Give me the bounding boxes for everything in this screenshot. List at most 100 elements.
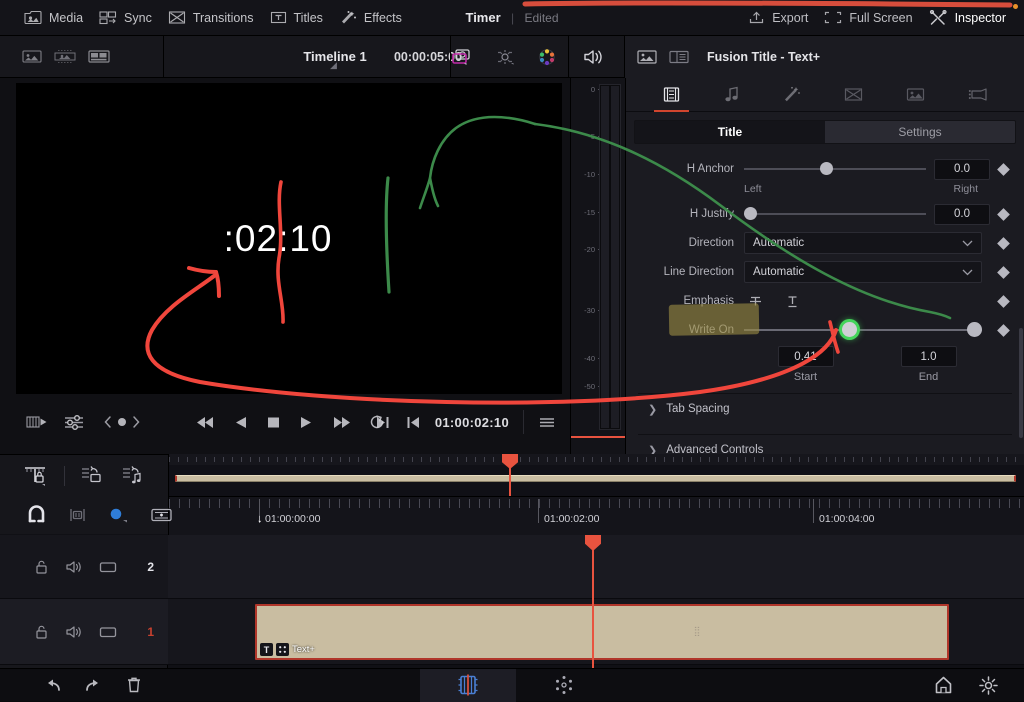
tab-effects[interactable] — [777, 78, 807, 112]
timeline-name-caret[interactable]: ◢ — [330, 60, 337, 71]
menu-item-titles[interactable]: Titles — [270, 10, 323, 25]
timeline-clip-text-plus[interactable]: ⦙⦙ T Text+ — [255, 604, 949, 660]
segment-title[interactable]: Title — [635, 121, 825, 143]
write-on-start-knob[interactable] — [841, 322, 857, 337]
keyframe-diamond-icon[interactable] — [996, 162, 1010, 176]
fullscreen-button[interactable]: Full Screen — [824, 10, 913, 25]
inspector-scrollbar[interactable] — [1019, 328, 1023, 438]
tab-transition[interactable] — [838, 78, 869, 112]
mute-icon[interactable] — [65, 624, 83, 640]
snapping-magnet-icon[interactable] — [26, 505, 47, 525]
overview-playhead[interactable] — [509, 454, 511, 496]
h-justify-keyframe[interactable] — [990, 207, 1016, 221]
snapshot-icon[interactable] — [450, 47, 474, 67]
redo-icon[interactable] — [84, 677, 104, 694]
menu-item-media[interactable]: Media — [24, 10, 83, 25]
mark-out-button[interactable] — [375, 415, 391, 430]
h-anchor-keyframe[interactable] — [990, 162, 1016, 176]
h-justify-slider[interactable] — [744, 204, 926, 224]
viewer-timecode[interactable]: 01:00:02:10 — [435, 415, 509, 430]
menu-item-transitions[interactable]: Transitions — [168, 10, 254, 25]
write-on-start-value[interactable]: 0.41 — [777, 346, 834, 367]
timeline-overview-strip[interactable] — [168, 454, 1024, 496]
mute-icon[interactable] — [65, 559, 83, 575]
marker-color-icon[interactable] — [108, 506, 130, 524]
write-on-end-value[interactable]: 1.0 — [900, 346, 957, 367]
lock-icon[interactable] — [34, 559, 49, 575]
viewer-options-menu-icon[interactable] — [538, 415, 556, 430]
undo-icon[interactable] — [42, 677, 62, 694]
line-direction-dropdown[interactable]: Automatic — [744, 261, 982, 283]
dual-viewer-icon[interactable] — [54, 49, 76, 64]
h-justify-knob[interactable] — [744, 207, 757, 220]
mark-in-button[interactable] — [405, 415, 421, 430]
direction-dropdown[interactable]: Automatic — [744, 232, 982, 254]
direction-keyframe[interactable] — [990, 236, 1016, 250]
keyframe-nav-group[interactable] — [100, 414, 144, 430]
stop-button[interactable] — [266, 415, 281, 430]
trash-icon[interactable] — [126, 676, 142, 694]
line-direction-keyframe[interactable] — [990, 265, 1016, 279]
settings-gear-icon[interactable] — [979, 675, 998, 695]
video-enable-icon[interactable] — [99, 624, 117, 640]
track-v2[interactable] — [168, 535, 1024, 599]
timeline-ruler[interactable]: 01:00:00:00 01:00:02:00 01:00:04:00 ↓ — [168, 497, 1024, 535]
adjustment-sliders-icon[interactable] — [64, 414, 84, 431]
annotation-tool-icon[interactable] — [150, 506, 174, 524]
emphasis-underline-icon[interactable] — [785, 294, 800, 309]
keyframe-diamond-icon[interactable] — [996, 207, 1010, 221]
menu-item-effects[interactable]: Effects — [339, 10, 402, 25]
track-v1[interactable]: ⦙⦙ T Text+ — [168, 599, 1024, 665]
keyframe-diamond-icon[interactable] — [996, 265, 1010, 279]
h-justify-value[interactable]: 0.0 — [934, 203, 990, 225]
list-view-icon[interactable] — [669, 49, 689, 65]
accordion-tab-spacing[interactable]: ❯ Tab Spacing — [634, 394, 1016, 424]
jump-to-start-button[interactable] — [196, 415, 216, 430]
flag-marker-icon[interactable] — [67, 506, 88, 524]
smart-reframe-icon[interactable] — [494, 48, 516, 66]
track-header-v1[interactable]: 1 — [0, 599, 168, 665]
timeline-viewer-icon[interactable] — [88, 49, 110, 64]
audio-overwrite-icon[interactable] — [122, 465, 147, 487]
lock-icon[interactable] — [34, 624, 49, 640]
track-number: 1 — [147, 624, 154, 639]
source-viewer-icon[interactable] — [22, 49, 42, 64]
menu-item-sync[interactable]: Sync — [99, 10, 152, 25]
keyframe-diamond-icon[interactable] — [996, 236, 1010, 250]
video-preview[interactable]: :02:10 — [16, 83, 562, 394]
video-overwrite-icon[interactable] — [81, 465, 106, 487]
export-button[interactable]: Export — [748, 10, 808, 25]
lock-text-tool-icon[interactable] — [22, 464, 48, 488]
magic-wand-icon — [783, 86, 801, 103]
video-enable-icon[interactable] — [99, 559, 117, 575]
inspector-button[interactable]: Inspector — [929, 9, 1006, 26]
h-anchor-knob[interactable] — [820, 162, 834, 175]
home-icon[interactable] — [934, 676, 953, 694]
keyframe-diamond-icon[interactable] — [996, 294, 1010, 308]
emphasis-keyframe[interactable] — [990, 294, 1016, 308]
track-header-v2[interactable]: 2 — [0, 535, 168, 599]
thumbnail-view-icon[interactable] — [637, 49, 657, 65]
keyframe-diamond-icon[interactable] — [996, 323, 1010, 337]
accordion-advanced-controls[interactable]: ❯ Advanced Controls — [634, 435, 1016, 454]
tab-camera[interactable] — [962, 78, 995, 112]
tab-audio[interactable] — [718, 78, 746, 112]
fusion-page-button[interactable] — [516, 669, 612, 702]
play-button[interactable] — [299, 415, 313, 430]
cut-page-button[interactable] — [420, 668, 516, 702]
write-on-range-slider[interactable] — [744, 320, 982, 340]
write-on-keyframe[interactable] — [990, 323, 1016, 337]
jump-to-end-button[interactable] — [331, 415, 351, 430]
segment-settings[interactable]: Settings — [825, 121, 1015, 143]
timeline-view-icon[interactable] — [26, 414, 48, 431]
tab-image[interactable] — [900, 78, 931, 112]
play-reverse-button[interactable] — [234, 415, 248, 430]
write-on-end-knob[interactable] — [967, 322, 982, 337]
tab-video[interactable] — [653, 78, 689, 112]
media-icon — [24, 10, 42, 25]
h-anchor-value[interactable]: 0.0 — [934, 158, 990, 180]
h-anchor-slider[interactable] — [744, 159, 926, 179]
color-wheel-icon[interactable] — [536, 47, 558, 67]
emphasis-strikethrough-icon[interactable] — [748, 294, 763, 309]
audio-speaker-icon[interactable] — [582, 47, 606, 67]
